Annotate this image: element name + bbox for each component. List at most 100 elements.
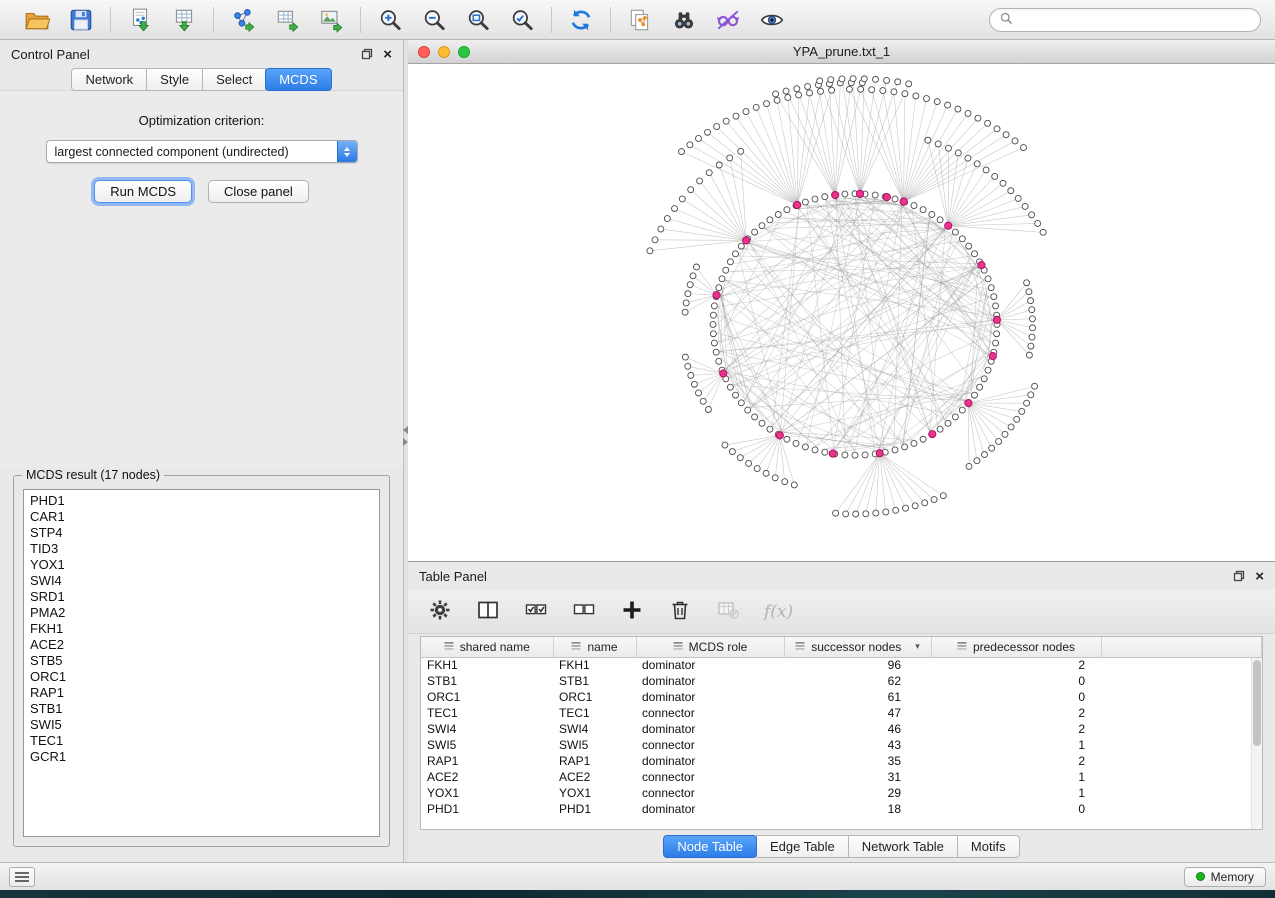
network-node[interactable] bbox=[802, 199, 808, 205]
network-node[interactable] bbox=[705, 407, 711, 413]
network-node[interactable] bbox=[710, 321, 716, 327]
network-node[interactable] bbox=[763, 470, 769, 476]
table-row[interactable]: YOX1YOX1connector291 bbox=[421, 785, 1262, 801]
tab-node-table[interactable]: Node Table bbox=[663, 835, 757, 858]
network-node[interactable] bbox=[783, 88, 789, 94]
network-node[interactable] bbox=[929, 212, 935, 218]
mcds-result-list[interactable]: PHD1CAR1STP4TID3YOX1SWI4SRD1PMA2FKH1ACE2… bbox=[23, 489, 380, 837]
network-node[interactable] bbox=[817, 78, 823, 84]
network-node[interactable] bbox=[1035, 220, 1041, 226]
table-cell[interactable]: 18 bbox=[784, 801, 931, 817]
network-node[interactable] bbox=[893, 507, 899, 513]
table-cell[interactable]: 2 bbox=[931, 753, 1101, 769]
table-scrollbar[interactable] bbox=[1251, 658, 1262, 829]
network-node[interactable] bbox=[775, 212, 781, 218]
network-node[interactable] bbox=[688, 372, 694, 378]
table-row[interactable]: SWI5SWI5connector431 bbox=[421, 737, 1262, 753]
network-node[interactable] bbox=[989, 445, 995, 451]
network-node[interactable] bbox=[1012, 138, 1018, 144]
network-node[interactable] bbox=[911, 440, 917, 446]
table-cell[interactable]: 1 bbox=[931, 737, 1101, 753]
sort-icon[interactable] bbox=[444, 640, 454, 654]
network-node[interactable] bbox=[1028, 343, 1034, 349]
network-node[interactable] bbox=[925, 137, 931, 143]
network-node[interactable] bbox=[794, 86, 800, 92]
network-node[interactable] bbox=[883, 509, 889, 515]
network-node[interactable] bbox=[1028, 392, 1034, 398]
network-node[interactable] bbox=[895, 79, 901, 85]
network-node[interactable] bbox=[985, 120, 991, 126]
float-panel-icon[interactable] bbox=[361, 48, 373, 60]
mcds-node[interactable] bbox=[993, 316, 1000, 323]
table-cell[interactable]: 31 bbox=[784, 769, 931, 785]
network-node[interactable] bbox=[738, 400, 744, 406]
network-node[interactable] bbox=[647, 248, 653, 254]
network-node[interactable] bbox=[658, 226, 664, 232]
network-node[interactable] bbox=[746, 460, 752, 466]
network-node[interactable] bbox=[752, 414, 758, 420]
table-cell[interactable]: ACE2 bbox=[553, 769, 636, 785]
network-node[interactable] bbox=[685, 291, 691, 297]
network-node[interactable] bbox=[1028, 298, 1034, 304]
network-node[interactable] bbox=[767, 217, 773, 223]
network-node[interactable] bbox=[972, 251, 978, 257]
tab-select[interactable]: Select bbox=[202, 68, 266, 91]
table-cell[interactable]: RAP1 bbox=[421, 753, 553, 769]
network-node[interactable] bbox=[716, 358, 722, 364]
network-node[interactable] bbox=[952, 229, 958, 235]
network-node[interactable] bbox=[872, 192, 878, 198]
network-node[interactable] bbox=[679, 149, 685, 155]
zoom-in-button[interactable] bbox=[374, 4, 406, 36]
network-node[interactable] bbox=[727, 259, 733, 265]
table-row[interactable]: FKH1FKH1dominator962 bbox=[421, 657, 1262, 673]
network-node[interactable] bbox=[985, 367, 991, 373]
network-node[interactable] bbox=[985, 276, 991, 282]
memory-button[interactable]: Memory bbox=[1184, 867, 1266, 887]
network-node[interactable] bbox=[1029, 212, 1035, 218]
network-node[interactable] bbox=[993, 340, 999, 346]
network-node[interactable] bbox=[727, 384, 733, 390]
mcds-node[interactable] bbox=[965, 400, 972, 407]
network-node[interactable] bbox=[690, 273, 696, 279]
tab-style[interactable]: Style bbox=[146, 68, 203, 91]
network-node[interactable] bbox=[937, 426, 943, 432]
column-header-MCDS-role[interactable]: MCDS role bbox=[636, 637, 784, 657]
close-panel-button[interactable]: Close panel bbox=[208, 180, 309, 203]
mcds-node-item[interactable]: RAP1 bbox=[30, 685, 373, 701]
mcds-node[interactable] bbox=[929, 431, 936, 438]
table-cell[interactable]: STB1 bbox=[553, 673, 636, 689]
network-node[interactable] bbox=[782, 479, 788, 485]
network-node[interactable] bbox=[716, 162, 722, 168]
network-node[interactable] bbox=[784, 436, 790, 442]
network-node[interactable] bbox=[652, 237, 658, 243]
network-node[interactable] bbox=[884, 77, 890, 83]
mcds-node-item[interactable]: STB1 bbox=[30, 701, 373, 717]
mcds-node[interactable] bbox=[776, 432, 783, 439]
tab-edge-table[interactable]: Edge Table bbox=[756, 835, 849, 858]
table-cell[interactable]: SWI5 bbox=[553, 737, 636, 753]
network-node[interactable] bbox=[1032, 383, 1038, 389]
table-cell[interactable]: 2 bbox=[931, 705, 1101, 721]
network-node[interactable] bbox=[966, 243, 972, 249]
network-node[interactable] bbox=[733, 113, 739, 119]
run-mcds-button[interactable]: Run MCDS bbox=[94, 180, 192, 203]
tab-network[interactable]: Network bbox=[71, 68, 147, 91]
table-cell[interactable]: 0 bbox=[931, 689, 1101, 705]
network-node[interactable] bbox=[891, 89, 897, 95]
table-cell[interactable]: FKH1 bbox=[421, 657, 553, 673]
network-node[interactable] bbox=[682, 309, 688, 315]
mcds-node[interactable] bbox=[829, 450, 836, 457]
network-node[interactable] bbox=[767, 426, 773, 432]
column-header-name[interactable]: name bbox=[553, 637, 636, 657]
mcds-node-item[interactable]: YOX1 bbox=[30, 557, 373, 573]
export-table-button[interactable] bbox=[271, 4, 303, 36]
network-node[interactable] bbox=[1029, 316, 1035, 322]
table-cell[interactable]: connector bbox=[636, 769, 784, 785]
network-node[interactable] bbox=[842, 191, 848, 197]
network-node[interactable] bbox=[913, 93, 919, 99]
network-node[interactable] bbox=[912, 503, 918, 509]
network-node[interactable] bbox=[687, 142, 693, 148]
network-node[interactable] bbox=[696, 135, 702, 141]
mcds-node[interactable] bbox=[883, 194, 890, 201]
table-cell[interactable]: dominator bbox=[636, 657, 784, 673]
